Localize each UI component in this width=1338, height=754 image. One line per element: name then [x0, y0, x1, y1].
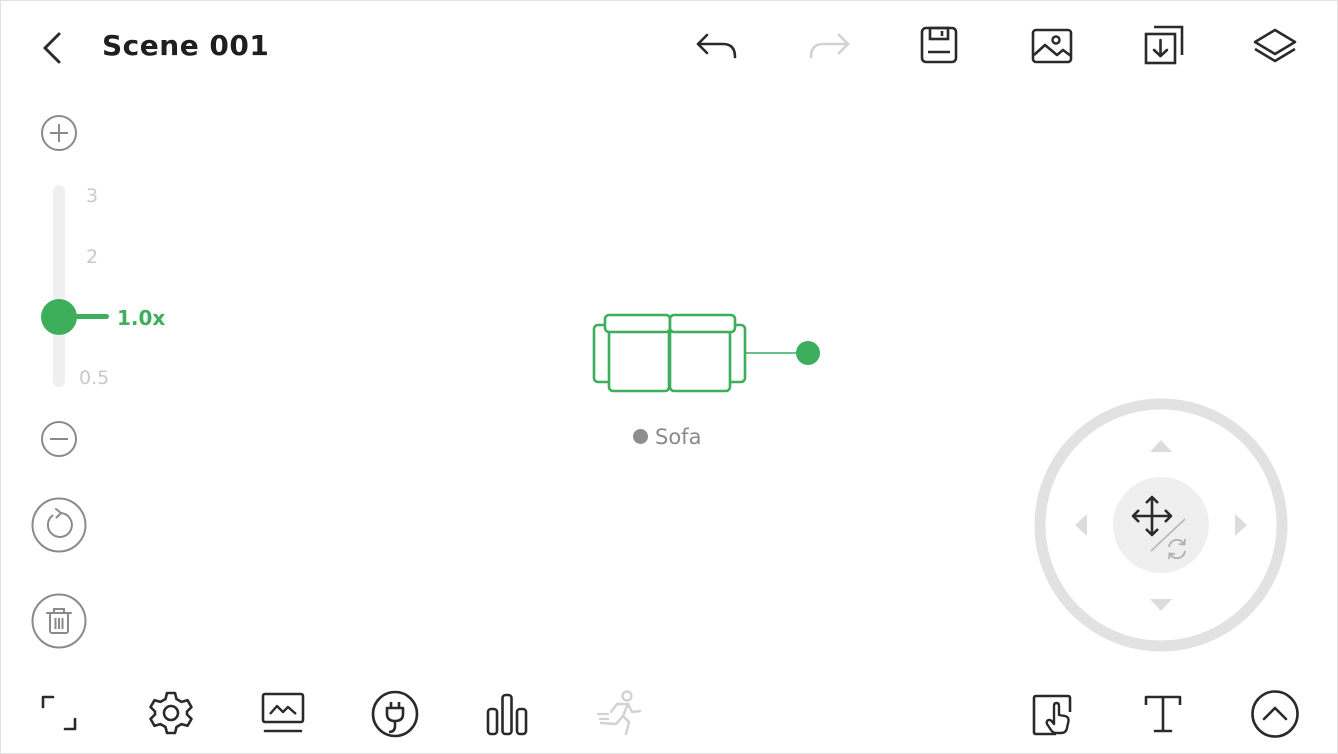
app-window: Scene 001 3 2 0.5 1.0x Sofa	[0, 0, 1338, 754]
text-icon	[1144, 695, 1182, 733]
joystick-left-arrow[interactable]	[1073, 513, 1089, 537]
rotate-button[interactable]	[31, 497, 87, 553]
undo-button[interactable]	[695, 29, 739, 63]
joystick-down-arrow[interactable]	[1149, 597, 1173, 613]
settings-button[interactable]	[148, 690, 194, 736]
expand-up-button[interactable]	[1250, 689, 1300, 739]
zoom-slider-thumb[interactable]	[41, 299, 77, 335]
fullscreen-icon	[41, 695, 77, 731]
zoom-tick-3: 3	[86, 185, 99, 207]
trash-icon	[31, 593, 87, 649]
touch-select-icon	[1032, 694, 1072, 736]
rotate-icon	[31, 497, 87, 553]
bar-chart-icon	[486, 693, 528, 736]
layers-icon	[1253, 28, 1297, 63]
image-icon	[1031, 28, 1073, 64]
back-button[interactable]	[39, 31, 67, 65]
save-icon	[920, 26, 958, 64]
settings-icon	[149, 691, 193, 735]
sofa-object[interactable]	[592, 313, 824, 395]
zoom-current-value: 1.0x	[117, 306, 166, 330]
import-button[interactable]	[1144, 25, 1184, 65]
touch-select-button[interactable]	[1032, 694, 1074, 736]
sofa-label: Sofa	[655, 425, 702, 449]
sofa-label-dot	[633, 429, 648, 444]
running-icon	[596, 690, 642, 736]
zoom-in-button[interactable]	[40, 114, 78, 152]
zoom-tick-2: 2	[86, 246, 99, 268]
monitor-button[interactable]	[261, 692, 305, 734]
zoom-slider-track[interactable]	[53, 185, 65, 387]
text-button[interactable]	[1144, 695, 1182, 733]
layers-button[interactable]	[1252, 27, 1298, 65]
sofa-icon	[592, 313, 797, 393]
power-button[interactable]	[371, 690, 419, 738]
zoom-tick-0-5: 0.5	[79, 367, 110, 389]
joystick-up-arrow[interactable]	[1149, 438, 1173, 454]
import-icon	[1144, 25, 1184, 65]
chart-button[interactable]	[486, 693, 528, 736]
save-button[interactable]	[920, 26, 958, 64]
monitor-icon	[261, 692, 305, 733]
redo-icon	[809, 33, 850, 59]
animation-button[interactable]	[596, 690, 644, 738]
chevron-left-icon	[43, 32, 61, 64]
zoom-out-icon	[41, 421, 77, 457]
image-button[interactable]	[1031, 28, 1073, 64]
power-plug-icon	[371, 690, 419, 738]
joystick-center[interactable]	[1113, 477, 1209, 573]
page-title: Scene 001	[102, 29, 270, 62]
expand-up-icon	[1251, 690, 1299, 738]
delete-button[interactable]	[31, 593, 87, 649]
redo-button[interactable]	[807, 29, 851, 63]
rotate-mode-icon	[1168, 538, 1186, 560]
zoom-in-icon	[41, 115, 77, 151]
undo-icon	[696, 33, 737, 59]
fullscreen-button[interactable]	[41, 695, 77, 731]
sofa-rotate-handle[interactable]	[796, 341, 820, 365]
zoom-out-button[interactable]	[40, 420, 78, 458]
joystick-right-arrow[interactable]	[1233, 513, 1249, 537]
